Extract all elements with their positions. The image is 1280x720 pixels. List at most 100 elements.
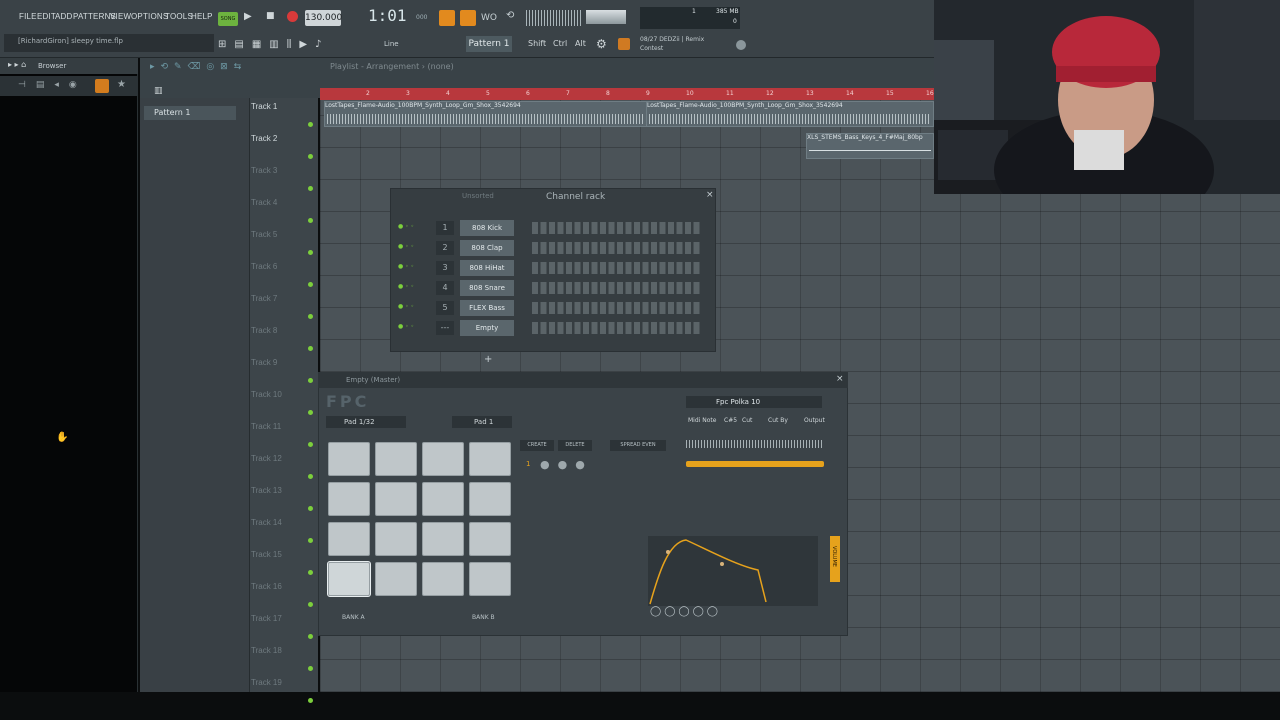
piano-icon[interactable]: ▥ (154, 86, 163, 96)
ctrl-button[interactable]: Ctrl (553, 39, 567, 48)
step-sequencer-row[interactable] (532, 322, 702, 334)
cut-label[interactable]: Cut (742, 417, 752, 424)
track-mute-led[interactable] (308, 634, 313, 639)
play-icon[interactable]: ▶ (244, 11, 252, 22)
drum-pad[interactable] (469, 442, 511, 476)
audio-clip-2[interactable]: LostTapes_Flame-Audio_100BPM_Synth_Loop_… (646, 101, 934, 127)
channel-button[interactable]: 808 Kick (460, 220, 514, 236)
channel-controls[interactable]: ● ◦ ◦ (398, 323, 414, 330)
drum-pad[interactable] (375, 442, 417, 476)
channel-button[interactable]: 808 Snare (460, 280, 514, 296)
channel-mixer-track[interactable]: 3 (436, 261, 454, 275)
track-label[interactable]: Track 5 (251, 230, 311, 239)
track-label[interactable]: Track 12 (251, 454, 311, 463)
account-icon[interactable] (736, 40, 746, 50)
menu-tools[interactable]: TOOLS (165, 12, 193, 21)
bank-a-button[interactable]: BANK A (342, 614, 365, 621)
drum-pad[interactable] (469, 522, 511, 556)
drum-pad[interactable] (327, 561, 371, 597)
channel-button[interactable]: Empty (460, 320, 514, 336)
wait-icon[interactable]: WO (481, 10, 501, 26)
channel-mixer-track[interactable]: 4 (436, 281, 454, 295)
menu-view[interactable]: VIEW (110, 12, 131, 21)
delete-button[interactable]: DELETE (558, 440, 592, 451)
fpc-close-icon[interactable]: × (836, 374, 844, 384)
knob-row-icons[interactable]: ●●● (540, 458, 593, 471)
track-mute-led[interactable] (308, 314, 313, 319)
track-label[interactable]: Track 1 (251, 102, 311, 111)
track-label[interactable]: Track 6 (251, 262, 311, 271)
bank-b-button[interactable]: BANK B (472, 614, 495, 621)
track-label[interactable]: Track 2 (251, 134, 311, 143)
news-line-1[interactable]: 08/27 DEDZii | Remix (640, 36, 704, 43)
playlist-tool-icons[interactable]: ▸⟲✎⌫◎⊠⇆ (150, 62, 247, 72)
browser-tool-icons[interactable]: ⊣▤◂◉ (18, 80, 87, 90)
browser-star-icon[interactable]: ★ (117, 79, 126, 90)
track-mute-led[interactable] (308, 474, 313, 479)
midi-note-value[interactable]: C#5 (724, 417, 737, 424)
channel-mixer-track[interactable]: 5 (436, 301, 454, 315)
drum-pad[interactable] (328, 442, 370, 476)
track-label[interactable]: Track 3 (251, 166, 311, 175)
track-mute-led[interactable] (308, 282, 313, 287)
step-sequencer-row[interactable] (532, 222, 702, 234)
track-label[interactable]: Track 19 (251, 678, 311, 687)
channel-mixer-track[interactable]: 2 (436, 241, 454, 255)
track-mute-led[interactable] (308, 250, 313, 255)
channel-controls[interactable]: ● ◦ ◦ (398, 263, 414, 270)
song-mode-toggle[interactable]: SONG (218, 12, 238, 26)
drum-pad[interactable] (328, 522, 370, 556)
create-button[interactable]: CREATE (520, 440, 554, 451)
shift-button[interactable]: Shift (528, 39, 546, 48)
menu-options[interactable]: OPTIONS (131, 12, 168, 21)
audio-clip-1[interactable]: LostTapes_Flame-Audio_100BPM_Synth_Loop_… (324, 101, 648, 127)
track-mute-led[interactable] (308, 698, 313, 703)
track-mute-led[interactable] (308, 218, 313, 223)
track-mute-led[interactable] (308, 122, 313, 127)
track-mute-led[interactable] (308, 666, 313, 671)
output-label[interactable]: Output (804, 417, 825, 424)
drum-pad[interactable] (469, 482, 511, 516)
drum-pad[interactable] (422, 442, 464, 476)
rack-filter[interactable]: Unsorted (462, 192, 494, 200)
track-label[interactable]: Track 10 (251, 390, 311, 399)
step-sequencer-row[interactable] (532, 262, 702, 274)
drum-pad[interactable] (375, 562, 417, 596)
tempo-field[interactable]: 130.000 (305, 10, 342, 26)
stop-icon[interactable]: ■ (266, 11, 275, 21)
track-mute-led[interactable] (308, 378, 313, 383)
track-label[interactable]: Track 18 (251, 646, 311, 655)
snap-selector[interactable]: Line (384, 40, 399, 48)
pattern-song-icon[interactable] (439, 10, 455, 26)
browser-plugin-icon[interactable] (95, 79, 109, 93)
track-mute-led[interactable] (308, 538, 313, 543)
add-channel-icon[interactable]: + (484, 354, 492, 365)
channel-button[interactable]: 808 Clap (460, 240, 514, 256)
channel-controls[interactable]: ● ◦ ◦ (398, 223, 414, 230)
track-mute-led[interactable] (308, 410, 313, 415)
track-mute-led[interactable] (308, 186, 313, 191)
record-icon[interactable] (287, 11, 298, 22)
track-mute-led[interactable] (308, 346, 313, 351)
drum-pad[interactable] (422, 562, 464, 596)
drum-pad[interactable] (422, 482, 464, 516)
menu-edit[interactable]: EDIT (37, 12, 56, 21)
menu-help[interactable]: HELP (191, 12, 213, 21)
menu-add[interactable]: ADD (55, 12, 73, 21)
track-label[interactable]: Track 11 (251, 422, 311, 431)
channel-controls[interactable]: ● ◦ ◦ (398, 303, 414, 310)
track-label[interactable]: Track 9 (251, 358, 311, 367)
channel-mixer-track[interactable]: --- (436, 321, 454, 335)
layer-bar[interactable] (686, 440, 822, 448)
layer-range[interactable] (686, 461, 824, 467)
channel-controls[interactable]: ● ◦ ◦ (398, 283, 414, 290)
drum-pad[interactable] (375, 482, 417, 516)
drum-pad[interactable] (422, 522, 464, 556)
step-sequencer-row[interactable] (532, 282, 702, 294)
picker-pattern-1[interactable]: Pattern 1 (144, 106, 236, 120)
rack-close-icon[interactable]: × (706, 190, 714, 200)
timeline-ruler[interactable] (320, 88, 934, 100)
pad-bank-selector[interactable]: Pad 1/32 (326, 416, 406, 428)
track-mute-led[interactable] (308, 442, 313, 447)
spread-even-button[interactable]: SPREAD EVEN (610, 440, 666, 451)
